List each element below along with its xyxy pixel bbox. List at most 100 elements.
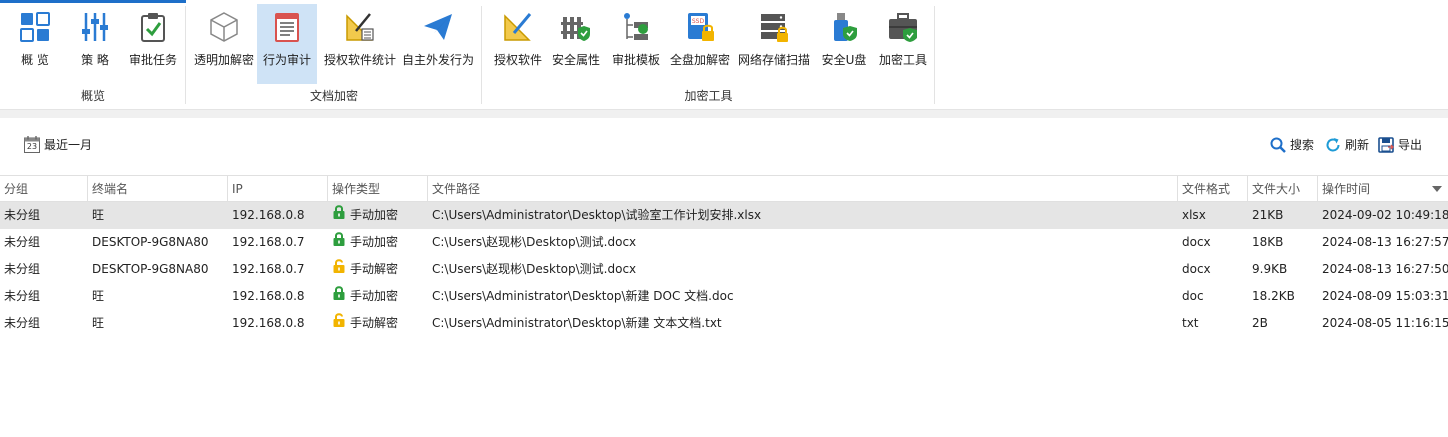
filter-toolbar: 23 最近一月 搜索 刷新 导出: [0, 128, 1448, 164]
table-row[interactable]: 未分组 旺 192.168.0.8 手动加密 C:\Users\Administ…: [0, 283, 1448, 310]
security-attribute-button[interactable]: 安全属性: [549, 4, 603, 84]
approval-task-button[interactable]: 审批任务: [126, 4, 180, 84]
cell-file-path: C:\Users\Administrator\Desktop\试验室工作计划安排…: [432, 208, 762, 222]
approval-template-icon: [618, 9, 654, 45]
behavior-audit-button[interactable]: 行为审计: [257, 4, 317, 84]
network-storage-scan-icon: [756, 9, 792, 45]
refresh-button[interactable]: 刷新: [1325, 136, 1369, 153]
cell-group: 未分组: [4, 289, 41, 303]
table-row[interactable]: 未分组 旺 192.168.0.8 手动加密 C:\Users\Administ…: [0, 202, 1448, 229]
ribbon: 概 览 策 略 审批任务 概览 透明加解密 行为审计 授权软件统计 自主外发行为…: [0, 0, 1448, 110]
cell-file-path: C:\Users\赵现彬\Desktop\测试.docx: [432, 262, 637, 276]
encrypt-toolbox-button[interactable]: 加密工具: [876, 4, 930, 84]
svg-text:SSD: SSD: [692, 18, 705, 25]
policy-button-label: 策 略: [81, 53, 109, 67]
table-header: 分组 终端名 IP 操作类型 文件路径 文件格式 文件大小 操作时间: [0, 175, 1448, 202]
overview-button[interactable]: 概 览: [10, 4, 60, 84]
cell-operation-time: 2024-08-09 15:03:31: [1322, 289, 1448, 303]
security-attribute-button-label: 安全属性: [551, 53, 600, 67]
ribbon-group-overview: 概 览 策 略 审批任务 概览: [0, 0, 186, 108]
outbound-send-button-label: 自主外发行为: [401, 53, 474, 67]
full-disk-encrypt-icon: SSD: [682, 9, 718, 45]
cell-operation-type: 手动加密: [328, 229, 428, 256]
cell-group: 未分组: [4, 262, 41, 276]
secure-usb-icon: [826, 9, 862, 45]
column-header-terminal[interactable]: 终端名: [88, 176, 228, 202]
search-label: 搜索: [1290, 138, 1315, 152]
cell-file-size: 2B: [1252, 316, 1268, 330]
auth-software-stats-button[interactable]: 授权软件统计: [320, 4, 400, 84]
refresh-label: 刷新: [1345, 138, 1370, 152]
network-storage-scan-button[interactable]: 网络存储扫描: [736, 4, 812, 84]
table-body: 未分组 旺 192.168.0.8 手动加密 C:\Users\Administ…: [0, 202, 1448, 337]
cell-terminal: 旺: [92, 208, 105, 222]
approval-template-button[interactable]: 审批模板: [608, 4, 664, 84]
auth-software-button-label: 授权软件: [493, 53, 542, 67]
table-row[interactable]: 未分组 DESKTOP-9G8NA80 192.168.0.7 手动解密 C:\…: [0, 256, 1448, 283]
outbound-send-button[interactable]: 自主外发行为: [400, 4, 476, 84]
outbound-send-icon: [420, 9, 456, 45]
ribbon-group-label-document-encryption: 文档加密: [309, 89, 358, 103]
sort-descending-icon[interactable]: [1432, 186, 1442, 192]
table-row[interactable]: 未分组 DESKTOP-9G8NA80 192.168.0.7 手动加密 C:\…: [0, 229, 1448, 256]
unlock-icon: [332, 256, 346, 283]
cell-ip: 192.168.0.8: [232, 316, 305, 330]
full-disk-encrypt-button[interactable]: SSD 全盘加解密: [668, 4, 732, 84]
cell-file-path: C:\Users\Administrator\Desktop\新建 文本文档.t…: [432, 316, 722, 330]
column-header-file-format[interactable]: 文件格式: [1178, 176, 1248, 202]
column-header-ip[interactable]: IP: [228, 176, 328, 202]
refresh-icon: [1325, 137, 1341, 153]
cell-ip: 192.168.0.8: [232, 289, 305, 303]
cell-ip: 192.168.0.7: [232, 262, 305, 276]
operation-type-label: 手动加密: [350, 289, 399, 303]
transparent-encrypt-button-label: 透明加解密: [193, 53, 254, 67]
operation-type-label: 手动加密: [350, 208, 399, 222]
approval-task-button-label: 审批任务: [128, 53, 177, 67]
ribbon-group-label-overview: 概览: [80, 89, 105, 103]
cell-operation-time: 2024-08-05 11:16:15: [1322, 316, 1448, 330]
cell-terminal: 旺: [92, 289, 105, 303]
auth-software-button[interactable]: 授权软件: [488, 4, 548, 84]
secure-usb-button[interactable]: 安全U盘: [816, 4, 872, 84]
cell-terminal: 旺: [92, 316, 105, 330]
cell-group: 未分组: [4, 235, 41, 249]
transparent-encrypt-button[interactable]: 透明加解密: [190, 4, 258, 84]
column-header-operation-type[interactable]: 操作类型: [328, 176, 428, 202]
cell-file-format: xlsx: [1182, 208, 1206, 222]
cell-operation-type: 手动加密: [328, 202, 428, 229]
operation-type-label: 手动解密: [350, 262, 399, 276]
date-range-button[interactable]: 23 最近一月: [24, 136, 92, 153]
cell-file-format: docx: [1182, 262, 1211, 276]
column-header-group[interactable]: 分组: [0, 176, 88, 202]
network-storage-scan-button-label: 网络存储扫描: [737, 53, 810, 67]
security-attribute-icon: [558, 9, 594, 45]
policy-sliders-icon: [77, 9, 113, 45]
approval-task-icon: [135, 9, 171, 45]
transparent-encrypt-cube-icon: [206, 9, 242, 45]
lock-icon: [332, 229, 346, 256]
column-header-operation-time[interactable]: 操作时间: [1318, 176, 1448, 202]
calendar-day: 23: [26, 142, 38, 151]
audit-log-table: 分组 终端名 IP 操作类型 文件路径 文件格式 文件大小 操作时间 未分组 旺…: [0, 175, 1448, 337]
auth-software-icon: [500, 9, 536, 45]
cell-file-size: 18KB: [1252, 235, 1284, 249]
cell-file-path: C:\Users\Administrator\Desktop\新建 DOC 文档…: [432, 289, 734, 303]
cell-operation-time: 2024-08-13 16:27:57: [1322, 235, 1448, 249]
ribbon-divider-band: [0, 110, 1448, 118]
export-label: 导出: [1398, 138, 1423, 152]
cell-file-format: doc: [1182, 289, 1204, 303]
operation-type-label: 手动解密: [350, 316, 399, 330]
cell-operation-type: 手动加密: [328, 283, 428, 310]
table-row[interactable]: 未分组 旺 192.168.0.8 手动解密 C:\Users\Administ…: [0, 310, 1448, 337]
cell-file-path: C:\Users\赵现彬\Desktop\测试.docx: [432, 235, 637, 249]
column-header-file-size[interactable]: 文件大小: [1248, 176, 1318, 202]
export-button[interactable]: 导出: [1378, 136, 1422, 153]
full-disk-encrypt-button-label: 全盘加解密: [669, 53, 730, 67]
cell-operation-time: 2024-08-13 16:27:50: [1322, 262, 1448, 276]
cell-terminal: DESKTOP-9G8NA80: [92, 235, 209, 249]
search-button[interactable]: 搜索: [1270, 136, 1314, 153]
column-header-file-path[interactable]: 文件路径: [428, 176, 1178, 202]
policy-button[interactable]: 策 略: [70, 4, 120, 84]
behavior-audit-button-label: 行为审计: [262, 53, 311, 67]
cell-operation-time: 2024-09-02 10:49:18: [1322, 208, 1448, 222]
